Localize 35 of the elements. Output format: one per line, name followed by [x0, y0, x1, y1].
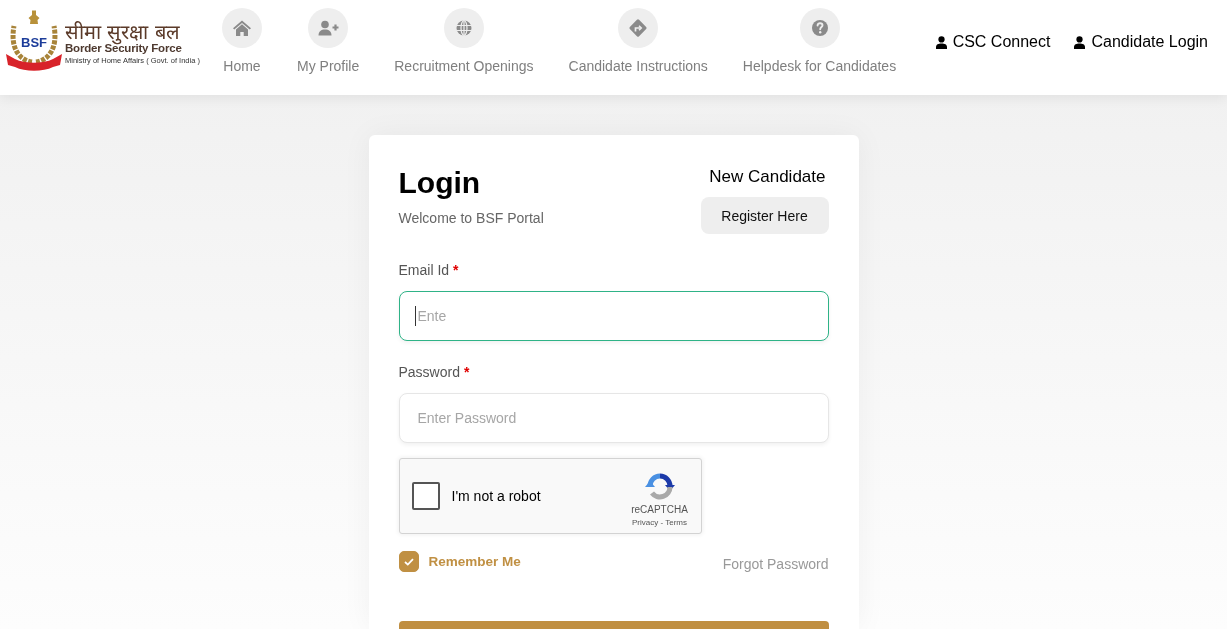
account-link[interactable]: CSC Connect — [935, 32, 1051, 52]
house-icon — [222, 8, 262, 48]
nav-item[interactable]: Home — [222, 8, 262, 74]
remember-me-label[interactable]: Remember Me — [428, 554, 521, 569]
hindi-name: सीमा सुरक्षा बल — [65, 21, 180, 43]
directions-sign-icon — [618, 8, 659, 48]
input-field[interactable]: Ente — [398, 291, 829, 341]
field-label: Password — [398, 363, 460, 382]
remember-checkbox[interactable] — [398, 551, 419, 572]
welcome-text: Welcome to BSF Portal — [398, 209, 544, 228]
nav-item[interactable]: Recruitment Openings — [394, 8, 534, 74]
new-candidate-heading: New Candidate — [709, 166, 826, 188]
privacy-terms-link[interactable]: Privacy - Terms — [632, 518, 687, 528]
user-icon — [935, 35, 947, 49]
user-icon — [1074, 35, 1086, 49]
captcha-checkbox[interactable] — [411, 482, 440, 510]
required-mark: * — [463, 363, 470, 382]
required-mark: * — [453, 261, 459, 280]
login-title: Login — [398, 165, 481, 201]
captcha-label: I'm not a robot — [451, 488, 541, 504]
help-icon — [799, 8, 840, 48]
account-link[interactable]: Candidate Login — [1074, 32, 1208, 52]
check-icon — [403, 557, 414, 566]
forgot-password-link[interactable]: Forgot Password — [722, 555, 829, 572]
nav-item[interactable]: My Profile — [297, 8, 360, 74]
nav-item[interactable]: Helpdesk for Candidates — [742, 8, 897, 74]
nav-item[interactable]: Candidate Instructions — [568, 8, 708, 74]
text-cursor-icon — [414, 306, 416, 326]
register-button[interactable]: Register Here — [700, 197, 829, 234]
emblem-drawing — [6, 10, 62, 71]
globe-icon — [443, 8, 484, 48]
emblem-label: BSF — [21, 35, 47, 50]
captcha-brand: reCAPTCHA — [631, 504, 688, 516]
user-plus-icon — [308, 8, 349, 48]
field-label: Email Id — [398, 261, 450, 280]
